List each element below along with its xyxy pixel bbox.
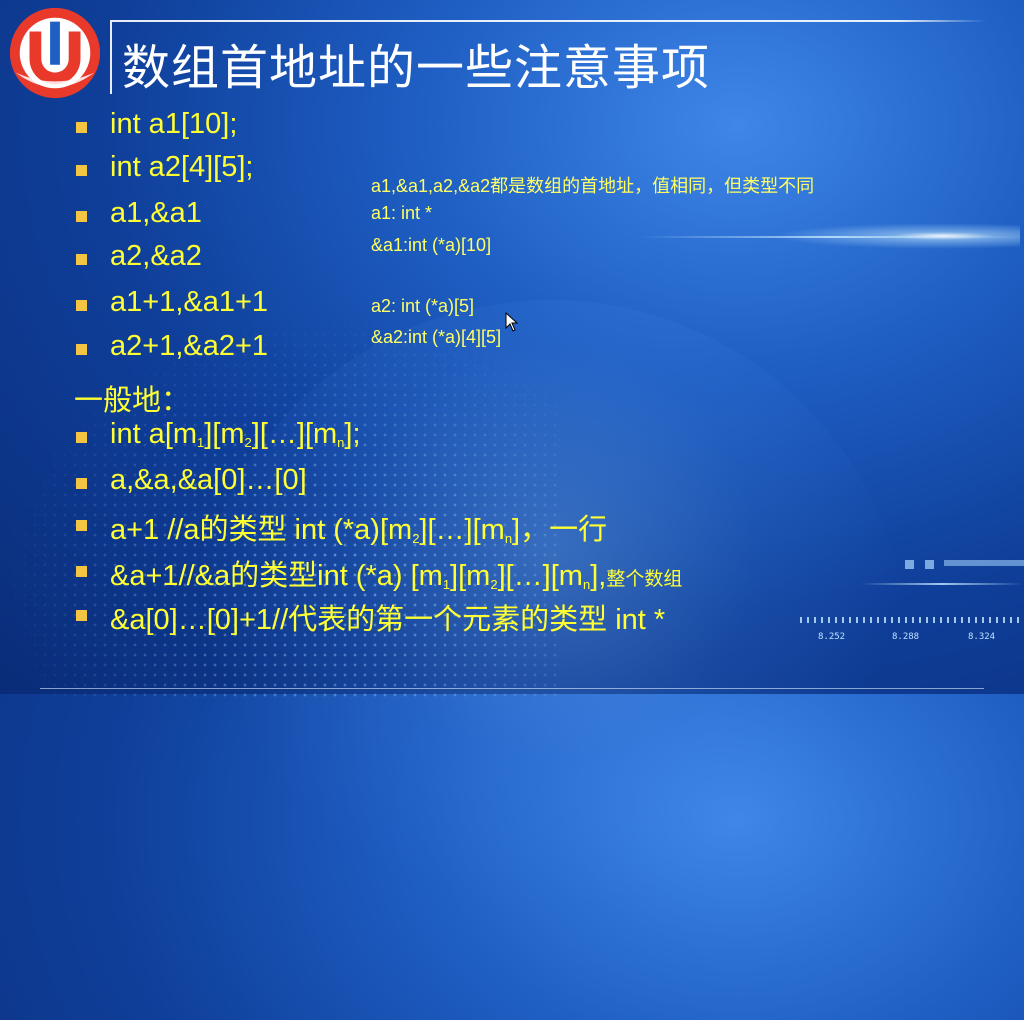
slide-title: 数组首地址的一些注意事项	[122, 40, 711, 96]
bullet-icon	[76, 122, 87, 133]
bullet-icon	[76, 520, 87, 531]
footer-rule	[40, 688, 984, 689]
bullet-text: int a[m1][m2][…][mn];	[110, 418, 361, 450]
bullet-text: int a1[10];	[110, 108, 238, 140]
bullet-text: a,&a,&a[0]…[0]	[110, 464, 307, 496]
note-text: a2: int (*a)[5]	[371, 296, 475, 316]
decor-line	[860, 583, 1024, 585]
decor-number: 8.324	[968, 632, 996, 642]
note-text: &a2:int (*a)[4][5]	[371, 327, 502, 347]
title-rule	[112, 20, 986, 22]
decor-square	[925, 560, 934, 569]
decor-ticks	[800, 617, 1024, 623]
bullet-text: &a[0]…[0]+1//代表的第一个元素的类型 int *	[110, 604, 666, 636]
bullet-text: a2+1,&a2+1	[110, 330, 269, 362]
bullet-icon	[76, 344, 87, 355]
decor-number: 8.288	[892, 632, 920, 642]
bullet-text: a1,&a1	[110, 197, 202, 229]
bullet-icon	[76, 211, 87, 222]
bullet-text: a+1 //a的类型 int (*a)[m2][…][mn]，一行	[110, 514, 608, 546]
decor-bar	[944, 560, 1024, 566]
bullet-text: int a2[4][5];	[110, 151, 254, 183]
bullet-icon	[76, 566, 87, 577]
decor-number: 8.252	[818, 632, 846, 642]
bullet-icon	[76, 610, 87, 621]
light-streak	[640, 236, 1024, 238]
general-heading: 一般地：	[74, 383, 191, 417]
note-text: a1,&a1,a2,&a2都是数组的首地址，值相同，但类型不同	[371, 176, 815, 196]
bullet-icon	[76, 478, 87, 489]
bullet-icon	[76, 432, 87, 443]
bullet-icon	[76, 300, 87, 311]
decor-square	[905, 560, 914, 569]
title-divider	[110, 20, 112, 94]
bullet-icon	[76, 254, 87, 265]
note-text: a1: int *	[371, 203, 433, 223]
bullet-text: a1+1,&a1+1	[110, 286, 269, 318]
bullet-text: &a+1//&a的类型int (*a) [m1][m2][…][mn],整个数组	[110, 560, 683, 592]
university-logo-icon	[9, 7, 101, 99]
mouse-cursor-icon	[505, 312, 519, 332]
note-text: &a1:int (*a)[10]	[371, 235, 492, 255]
bullet-text: a2,&a2	[110, 240, 202, 272]
bullet-icon	[76, 165, 87, 176]
dotted-globe-pattern	[0, 310, 560, 700]
